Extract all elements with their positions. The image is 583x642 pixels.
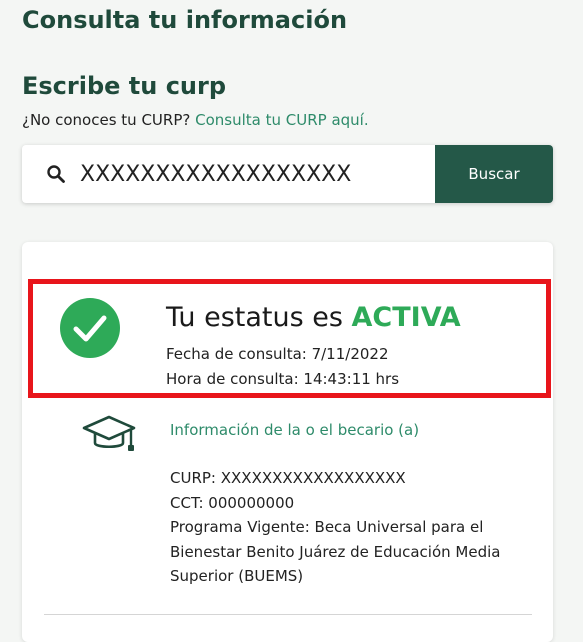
consulta-curp-link[interactable]: Consulta tu CURP aquí.: [195, 111, 369, 129]
hora-consulta: Hora de consulta: 14:43:11 hrs: [166, 370, 400, 388]
search-icon: [47, 165, 65, 183]
buscar-button[interactable]: Buscar: [435, 145, 553, 203]
search-box: Buscar: [22, 145, 553, 203]
becario-cct: CCT: 000000000: [170, 493, 295, 512]
becario-curp: CURP: XXXXXXXXXXXXXXXXXX: [170, 469, 406, 487]
becario-title: Información de la o el becario (a): [170, 421, 420, 439]
becario-programa: Programa Vigente: Beca Universal para el…: [170, 518, 501, 585]
status-line: Tu estatus es ACTIVA: [166, 302, 461, 333]
curp-hint: ¿No conoces tu CURP? Consulta tu CURP aq…: [22, 111, 369, 129]
status-prefix: Tu estatus es: [166, 302, 352, 333]
becario-info: CURP: XXXXXXXXXXXXXXXXXX CCT: 000000000 …: [170, 466, 530, 589]
status-value: ACTIVA: [351, 302, 461, 333]
card-divider: [44, 614, 532, 615]
fecha-consulta: Fecha de consulta: 7/11/2022: [166, 345, 389, 363]
check-circle-icon: [60, 298, 120, 358]
curp-hint-text: ¿No conoces tu CURP?: [22, 111, 196, 129]
page-title: Consulta tu información: [22, 6, 348, 34]
curp-search-input[interactable]: [80, 153, 430, 195]
curp-section-title: Escribe tu curp: [22, 72, 227, 100]
graduation-cap-icon: [82, 415, 136, 451]
